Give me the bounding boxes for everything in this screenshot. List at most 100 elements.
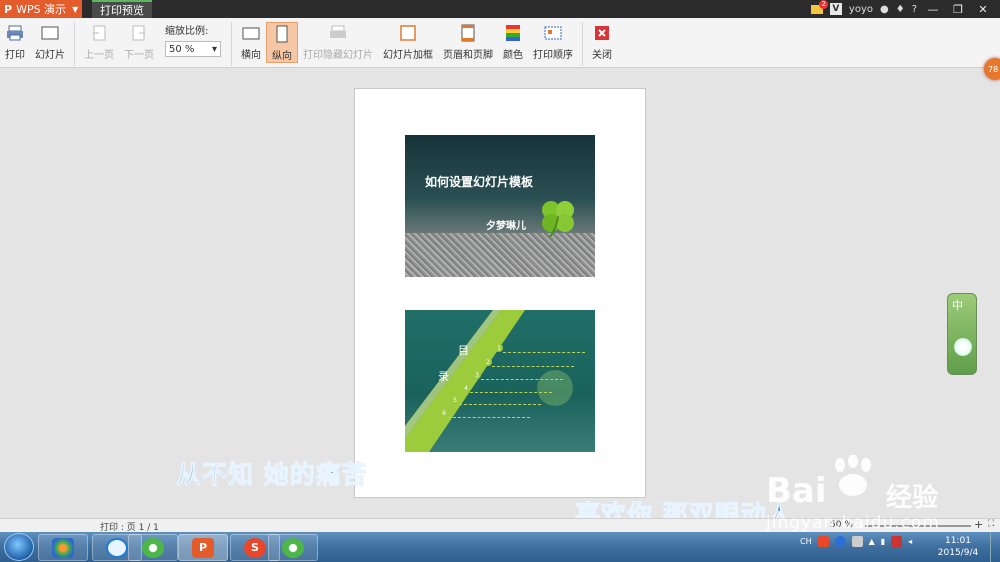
user-menu-icon[interactable]: ● <box>880 4 889 15</box>
toc-item: 4 <box>462 384 552 393</box>
taskbar-app-wps-presentation[interactable]: P <box>178 534 228 561</box>
network-icon[interactable]: ▮ <box>881 537 885 546</box>
toc-dashed-line <box>492 366 574 367</box>
titlebar-right: 2 V yoyo ● ♦ ? — ❐ ✕ <box>810 0 1000 18</box>
green-e-icon <box>282 537 304 558</box>
sogou-tray-icon[interactable] <box>817 536 829 547</box>
landscape-icon <box>242 27 260 40</box>
green-e-icon <box>142 537 164 558</box>
toc-item: 5 <box>451 396 541 405</box>
color-button[interactable]: 颜色 <box>498 22 528 61</box>
zoom-select[interactable]: 50 % ▾ <box>165 41 221 57</box>
tab-print-preview[interactable]: 打印预览 <box>92 0 152 18</box>
toc-item: 6 <box>440 409 530 418</box>
slide1-ground <box>405 233 595 277</box>
show-desktop-button[interactable] <box>990 532 1000 562</box>
restore-button[interactable]: ❐ <box>949 3 967 16</box>
landscape-button[interactable]: 横向 <box>236 22 266 61</box>
portrait-label: 纵向 <box>272 51 292 62</box>
print-order-button[interactable]: 打印顺序 <box>528 22 578 61</box>
zoom-label: 缩放比例: <box>165 26 209 37</box>
close-window-button[interactable]: ✕ <box>974 3 992 16</box>
app-name: WPS 演示 <box>16 3 67 16</box>
floating-orb-value: 78 <box>988 64 999 74</box>
flag-tray-icon[interactable] <box>891 536 903 547</box>
floating-orb-button[interactable]: 78 <box>984 58 1000 80</box>
start-button[interactable] <box>4 533 34 561</box>
app-menu-button[interactable]: P WPS 演示 ▼ <box>0 0 82 18</box>
taskbar-app-browser[interactable] <box>38 534 88 561</box>
windows-taskbar: P S CH ▲ ▮ ◂ 11:01 2015/9/4 <box>0 532 1000 562</box>
ime-floating-panel[interactable]: 中 <box>947 293 977 375</box>
prev-page-button[interactable]: 上一页 <box>79 22 119 61</box>
chevron-down-icon: ▼ <box>72 4 79 14</box>
close-preview-button[interactable]: 关闭 <box>587 22 617 61</box>
watermark-brand: Bai <box>766 471 827 511</box>
system-tray: CH ▲ ▮ ◂ <box>800 536 912 547</box>
wps-presentation-icon: P <box>192 537 214 558</box>
slides-label: 幻灯片 <box>35 50 65 61</box>
taskbar-app-360[interactable] <box>128 534 178 561</box>
print-label: 打印 <box>5 50 25 61</box>
landscape-label: 横向 <box>241 50 261 61</box>
mail-badge: 2 <box>819 0 828 9</box>
toolbar-divider <box>74 22 75 66</box>
toc-dashed-line <box>481 379 563 380</box>
close-label: 关闭 <box>592 50 612 61</box>
next-page-button[interactable]: 下一页 <box>119 22 159 61</box>
toc-dashed-line <box>503 352 585 353</box>
toc-item: 3 <box>473 371 563 380</box>
slides-button[interactable]: 幻灯片 <box>30 22 70 61</box>
header-footer-label: 页眉和页脚 <box>443 50 493 61</box>
toc-item: 2 <box>484 358 574 367</box>
print-order-label: 打印顺序 <box>533 50 573 61</box>
slide-thumbnail-1: 如何设置幻灯片模板 夕梦琳儿 <box>405 135 595 277</box>
toolbar-divider <box>231 22 232 66</box>
mail-icon[interactable]: 2 <box>810 0 828 14</box>
prev-page-icon <box>93 25 106 41</box>
chevron-up-icon[interactable]: ▲ <box>869 537 875 546</box>
slide-frame-button[interactable]: 幻灯片加框 <box>378 22 438 61</box>
zoom-select-value: 50 % <box>169 43 195 55</box>
toc-number: 4 <box>462 384 470 392</box>
cloud-icon <box>106 537 128 558</box>
zoom-in-icon[interactable]: + <box>974 518 983 531</box>
fit-window-icon[interactable]: ⛶ <box>988 519 994 529</box>
taskbar-clock[interactable]: 11:01 2015/9/4 <box>930 535 986 559</box>
help-tray-icon[interactable] <box>834 536 846 547</box>
slide1-title: 如何设置幻灯片模板 <box>425 175 534 189</box>
help-icon[interactable]: ? <box>912 4 917 15</box>
minimize-button[interactable]: — <box>924 3 942 16</box>
header-footer-button[interactable]: 页眉和页脚 <box>438 22 498 61</box>
toc-number: 1 <box>495 344 503 352</box>
colorful-app-icon <box>52 537 74 558</box>
toc-item: 1 <box>495 344 585 353</box>
chevron-down-icon: ▾ <box>211 43 217 55</box>
color-label: 颜色 <box>503 50 523 61</box>
toc-number: 6 <box>440 409 448 417</box>
sogou-icon: S <box>244 537 266 558</box>
print-hidden-icon <box>330 25 346 38</box>
shirt-icon[interactable]: ♦ <box>896 4 905 15</box>
clock-date: 2015/9/4 <box>937 548 979 558</box>
ime-language-label: 中 <box>952 299 963 312</box>
tray-language[interactable]: CH <box>800 537 812 546</box>
user-name[interactable]: yoyo <box>849 4 873 15</box>
tab-print-preview-label: 打印预览 <box>100 4 144 17</box>
print-hidden-slides-button[interactable]: 打印隐藏幻灯片 <box>298 22 378 61</box>
portrait-button[interactable]: 纵向 <box>266 22 298 63</box>
toc-dashed-line <box>470 392 552 393</box>
print-button[interactable]: 打印 <box>0 22 30 61</box>
toc-dashed-line <box>459 404 541 405</box>
toc-number: 5 <box>451 396 459 404</box>
printer-icon <box>7 25 23 41</box>
volume-icon[interactable]: ◂ <box>908 537 912 546</box>
taskbar-app-360-2[interactable] <box>268 534 318 561</box>
close-icon <box>595 26 609 40</box>
lyric-line-1: 从不知 她的痛苦 <box>176 460 368 490</box>
toc-number: 2 <box>484 358 492 366</box>
slide-frame-label: 幻灯片加框 <box>383 50 433 61</box>
user-logo-icon: V <box>829 3 842 15</box>
settings-tray-icon[interactable] <box>851 536 863 547</box>
watermark-brand-cn: 经验 <box>886 483 939 513</box>
